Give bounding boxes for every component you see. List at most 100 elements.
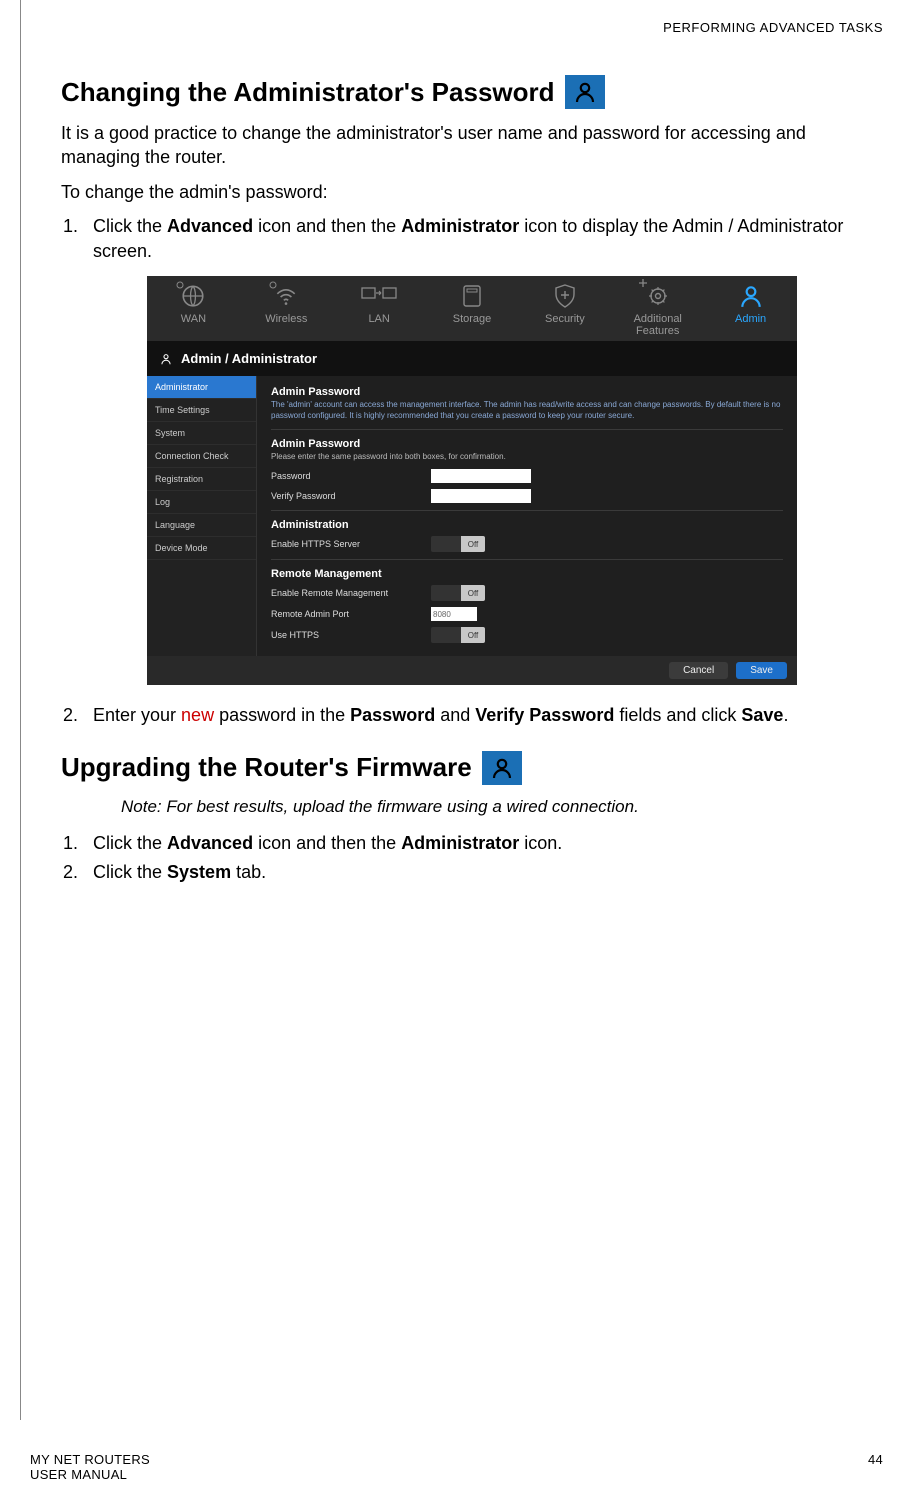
toggle-off-label: Off	[461, 627, 485, 643]
button-bar: Cancel Save	[147, 656, 797, 685]
sidebar-item-time[interactable]: Time Settings	[147, 399, 256, 422]
nav-security[interactable]: Security	[518, 282, 611, 337]
heading-text: Upgrading the Router's Firmware	[61, 752, 472, 783]
heading-changing-password: Changing the Administrator's Password	[61, 75, 883, 109]
sidebar-item-administrator[interactable]: Administrator	[147, 376, 256, 399]
step-2: Enter your new password in the Password …	[83, 703, 883, 728]
label-password: Password	[271, 471, 431, 481]
nav-label: Wireless	[240, 313, 333, 325]
section-title-remote: Remote Management	[271, 564, 783, 582]
sidebar-item-language[interactable]: Language	[147, 514, 256, 537]
footer-line1: MY NET ROUTERS	[30, 1452, 150, 1467]
t: Click the	[93, 216, 167, 236]
verify-password-input[interactable]	[431, 489, 531, 503]
nav-label: Security	[518, 313, 611, 325]
step-2b: Click the System tab.	[83, 860, 883, 885]
t: tab.	[231, 862, 266, 882]
section-desc-adminpw1: The 'admin' account can access the manag…	[271, 400, 783, 425]
nav-admin[interactable]: Admin	[704, 282, 797, 337]
t: Click the	[93, 862, 167, 882]
steps-list-2: Click the Advanced icon and then the Adm…	[61, 831, 883, 885]
section-desc-adminpw2: Please enter the same password into both…	[271, 452, 783, 466]
t: Advanced	[167, 216, 253, 236]
nav-wan[interactable]: WAN	[147, 282, 240, 337]
top-nav: WAN Wireless LAN Storage Security Additi…	[147, 276, 797, 341]
field-password: Password	[271, 466, 783, 486]
label-remote-mgmt: Enable Remote Management	[271, 588, 431, 598]
step-1b: Click the Advanced icon and then the Adm…	[83, 831, 883, 856]
sidebar-item-devicemode[interactable]: Device Mode	[147, 537, 256, 560]
label-https-server: Enable HTTPS Server	[271, 539, 431, 549]
label-verify: Verify Password	[271, 491, 431, 501]
t: System	[167, 862, 231, 882]
section-title-administration: Administration	[271, 515, 783, 533]
nav-label: Admin	[704, 313, 797, 325]
heading-upgrading-firmware: Upgrading the Router's Firmware	[61, 751, 883, 785]
t: icon and then the	[253, 833, 401, 853]
t: .	[783, 705, 788, 725]
t: icon and then the	[253, 216, 401, 236]
nav-additional[interactable]: Additional Features	[611, 282, 704, 337]
nav-lan[interactable]: LAN	[333, 282, 426, 337]
heading-text: Changing the Administrator's Password	[61, 77, 555, 108]
note-text: For best results, upload the firmware us…	[162, 797, 639, 816]
sidebar-item-connection[interactable]: Connection Check	[147, 445, 256, 468]
nav-wireless[interactable]: Wireless	[240, 282, 333, 337]
lead-text: To change the admin's password:	[61, 180, 883, 204]
note: Note: For best results, upload the firmw…	[121, 797, 883, 817]
main-panel: Admin Password The 'admin' account can a…	[257, 376, 797, 656]
sidebar: Administrator Time Settings System Conne…	[147, 376, 257, 656]
t: fields and click	[614, 705, 741, 725]
step-1: Click the Advanced icon and then the Adm…	[83, 214, 883, 264]
field-remote-mgmt: Enable Remote Management Off	[271, 582, 783, 604]
remote-port-input[interactable]	[431, 607, 477, 621]
password-input[interactable]	[431, 469, 531, 483]
toggle-use-https[interactable]: Off	[431, 627, 485, 643]
intro-text: It is a good practice to change the admi…	[61, 121, 883, 170]
t: and	[435, 705, 475, 725]
admin-icon	[565, 75, 605, 109]
nav-label: WAN	[147, 313, 240, 325]
t: Save	[741, 705, 783, 725]
footer-left: MY NET ROUTERS USER MANUAL	[30, 1452, 150, 1482]
page-number: 44	[868, 1452, 883, 1482]
breadcrumb-text: Admin / Administrator	[181, 351, 317, 366]
section-title-adminpw1: Admin Password	[271, 382, 783, 400]
t: Advanced	[167, 833, 253, 853]
steps-list-1: Click the Advanced icon and then the Adm…	[61, 214, 883, 264]
label-remote-port: Remote Admin Port	[271, 609, 431, 619]
t: Administrator	[401, 833, 519, 853]
field-verify: Verify Password	[271, 486, 783, 506]
field-remote-port: Remote Admin Port	[271, 604, 783, 624]
sidebar-item-log[interactable]: Log	[147, 491, 256, 514]
sidebar-item-registration[interactable]: Registration	[147, 468, 256, 491]
label-use-https: Use HTTPS	[271, 630, 431, 640]
t: icon.	[519, 833, 562, 853]
nav-storage[interactable]: Storage	[426, 282, 519, 337]
toggle-off-label: Off	[461, 585, 485, 601]
admin-icon	[482, 751, 522, 785]
field-https-server: Enable HTTPS Server Off	[271, 533, 783, 555]
t: new	[181, 705, 214, 725]
field-use-https: Use HTTPS Off	[271, 624, 783, 646]
nav-label: Storage	[426, 313, 519, 325]
cancel-button[interactable]: Cancel	[669, 662, 728, 679]
toggle-https-server[interactable]: Off	[431, 536, 485, 552]
t: Administrator	[401, 216, 519, 236]
t: password in the	[214, 705, 350, 725]
steps-list-1b: Enter your new password in the Password …	[61, 703, 883, 728]
footer: MY NET ROUTERS USER MANUAL 44	[30, 1452, 883, 1482]
nav-label: LAN	[333, 313, 426, 325]
breadcrumb: Admin / Administrator	[147, 341, 797, 376]
toggle-remote-mgmt[interactable]: Off	[431, 585, 485, 601]
save-button[interactable]: Save	[736, 662, 787, 679]
page-header: PERFORMING ADVANCED TASKS	[61, 20, 883, 35]
note-label: Note:	[121, 797, 162, 816]
screenshot-figure: WAN Wireless LAN Storage Security Additi…	[147, 276, 797, 685]
section-title-adminpw2: Admin Password	[271, 434, 783, 452]
t: Enter your	[93, 705, 181, 725]
nav-label: Additional Features	[611, 313, 704, 337]
t: Password	[350, 705, 435, 725]
toggle-off-label: Off	[461, 536, 485, 552]
sidebar-item-system[interactable]: System	[147, 422, 256, 445]
